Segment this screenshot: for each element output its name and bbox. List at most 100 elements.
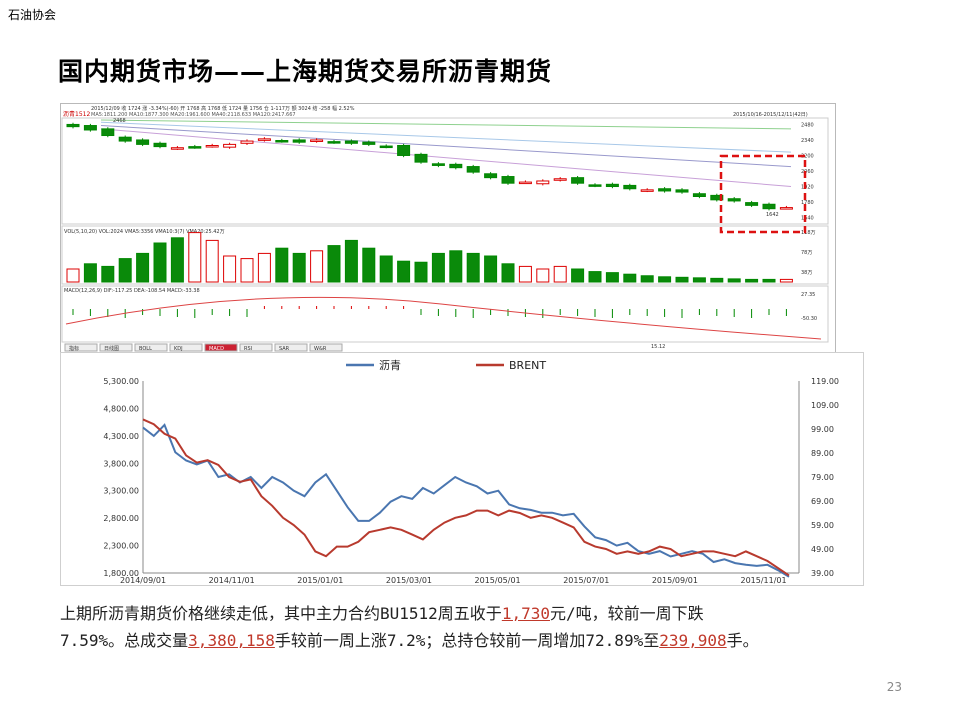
x-tick-label: 2015/09/01 — [652, 576, 698, 585]
candle-body — [588, 184, 602, 187]
volume-bar — [675, 276, 689, 283]
candle-body — [745, 202, 759, 206]
x-tick-label: 2014/11/01 — [209, 576, 255, 585]
volume-bar — [658, 276, 672, 283]
x-tick-label: 2015/05/01 — [475, 576, 521, 585]
volume-bar — [727, 278, 741, 283]
volume-bar — [692, 277, 706, 283]
volume-bar — [205, 239, 219, 283]
volume-bar — [153, 242, 167, 283]
total-volume: 3,380,158 — [188, 631, 275, 650]
y-right-tick-label: 39.00 — [811, 569, 834, 578]
y-axis-right: 119.00 109.00 99.00 89.00 79.00 69.00 59.00 49.… — [798, 377, 839, 578]
candle-body — [153, 142, 167, 148]
moving-average-line — [100, 125, 792, 168]
price-tick-label: 2480 — [801, 122, 814, 128]
macd-tick-label: -50.30 — [801, 316, 817, 322]
price-ticks: 2480234022002060192017801640118万78万38万27… — [801, 122, 817, 322]
body-text-3: 7.59%。总成交量 — [60, 631, 189, 650]
ticker-label: 沥青1512 — [63, 110, 90, 118]
y-axis-left: 5,300.00 4,800.00 4,300.00 3,800.00 3,300.00… — [103, 377, 144, 578]
price-tick-label: 1920 — [801, 185, 814, 191]
volume-bars — [66, 232, 793, 283]
candle-body — [623, 184, 637, 190]
y-right-tick-label: 89.00 — [811, 449, 834, 458]
top-label: 石油协会 — [8, 8, 57, 22]
volume-bar — [779, 278, 793, 283]
candle-body — [205, 145, 219, 148]
indicator-tabs[interactable]: 指标 日线图 BOLL KDJ MACD RSI SAR W&R — [64, 343, 343, 352]
date-range-label: 2015/10/16-2015/12/11(42日) — [733, 112, 808, 118]
candle-body — [466, 166, 480, 173]
x-tick-label: 2015/07/01 — [563, 576, 609, 585]
candle-body — [692, 193, 706, 198]
candle-body — [675, 189, 689, 193]
body-paragraph: 上期所沥青期货价格继续走低，其中主力合约BU1512周五收于1,730元/吨，较… — [60, 600, 940, 654]
legend-label: BRENT — [509, 359, 546, 372]
volume-bar — [466, 252, 480, 283]
line-chart: 沥青 BRENT 5,300.00 4,800.00 4,300.00 3,800.00… — [103, 359, 839, 585]
volume-bar — [118, 258, 132, 283]
volume-bar — [362, 247, 376, 283]
candle-body — [658, 188, 672, 192]
volume-bar — [501, 263, 515, 283]
legend-label: 沥青 — [379, 359, 401, 372]
macd-dif-line — [65, 296, 822, 340]
x-tick-label: 2015/01/01 — [297, 576, 343, 585]
candle-body — [66, 123, 80, 128]
volume-bar — [640, 275, 654, 283]
candle-body — [223, 143, 237, 148]
y-right-tick-label: 99.00 — [811, 425, 834, 434]
body-text-5: 手。 — [726, 631, 759, 650]
volume-bar — [588, 271, 602, 283]
candle-body — [518, 181, 532, 185]
volume-bar — [484, 255, 498, 283]
y-left-tick-label: 3,800.00 — [103, 459, 139, 468]
volume-bar — [571, 268, 585, 283]
candle-body — [762, 203, 776, 210]
open-interest: 239,908 — [659, 631, 727, 650]
candle-body — [83, 125, 97, 131]
close-price: 1,730 — [501, 604, 550, 623]
body-text-4: 手较前一周上涨7.2%；总持仓较前一周增加72.89%至 — [274, 631, 660, 650]
page-number: 23 — [886, 680, 902, 694]
volume-bar — [745, 278, 759, 283]
candle-body — [275, 140, 289, 143]
candle-body — [779, 207, 793, 210]
candle-body — [327, 141, 341, 144]
volume-bar — [431, 252, 445, 283]
candle-body — [362, 141, 376, 145]
low-label: 1642 — [766, 212, 779, 218]
candle-body — [101, 128, 115, 137]
highlight-box — [719, 154, 807, 234]
macd-panel-border — [61, 285, 829, 343]
candle-body — [484, 173, 498, 179]
price-tick-label: 2060 — [801, 169, 814, 175]
candle-body — [431, 163, 445, 166]
candles — [66, 122, 793, 211]
y-left-tick-label: 3,300.00 — [103, 487, 139, 496]
volume-bar — [553, 265, 567, 283]
volume-tick-label: 38万 — [801, 270, 812, 276]
y-left-tick-label: 5,300.00 — [103, 377, 139, 386]
volume-bar — [762, 278, 776, 283]
macd-bars — [65, 296, 822, 340]
y-right-tick-label: 69.00 — [811, 497, 834, 506]
x-tick-label: 2014/09/01 — [120, 576, 166, 585]
candle-body — [136, 139, 150, 145]
volume-bar — [623, 273, 637, 283]
candle-body — [640, 189, 654, 192]
x-tick-label: 2015/11/01 — [740, 576, 786, 585]
volume-bar — [292, 252, 306, 283]
date-tick-label: 15.12 — [651, 344, 665, 350]
candle-body — [379, 145, 393, 149]
candle-body — [257, 138, 271, 141]
y-right-tick-label: 49.00 — [811, 545, 834, 554]
line-chart-panel: 沥青 BRENT 5,300.00 4,800.00 4,300.00 3,800.00… — [60, 352, 864, 586]
candle-body — [536, 180, 550, 185]
candle-body — [310, 139, 324, 142]
volume-bar — [170, 237, 184, 283]
volume-bar — [240, 258, 254, 283]
volume-bar — [275, 247, 289, 283]
y-right-tick-label: 109.00 — [811, 401, 839, 410]
